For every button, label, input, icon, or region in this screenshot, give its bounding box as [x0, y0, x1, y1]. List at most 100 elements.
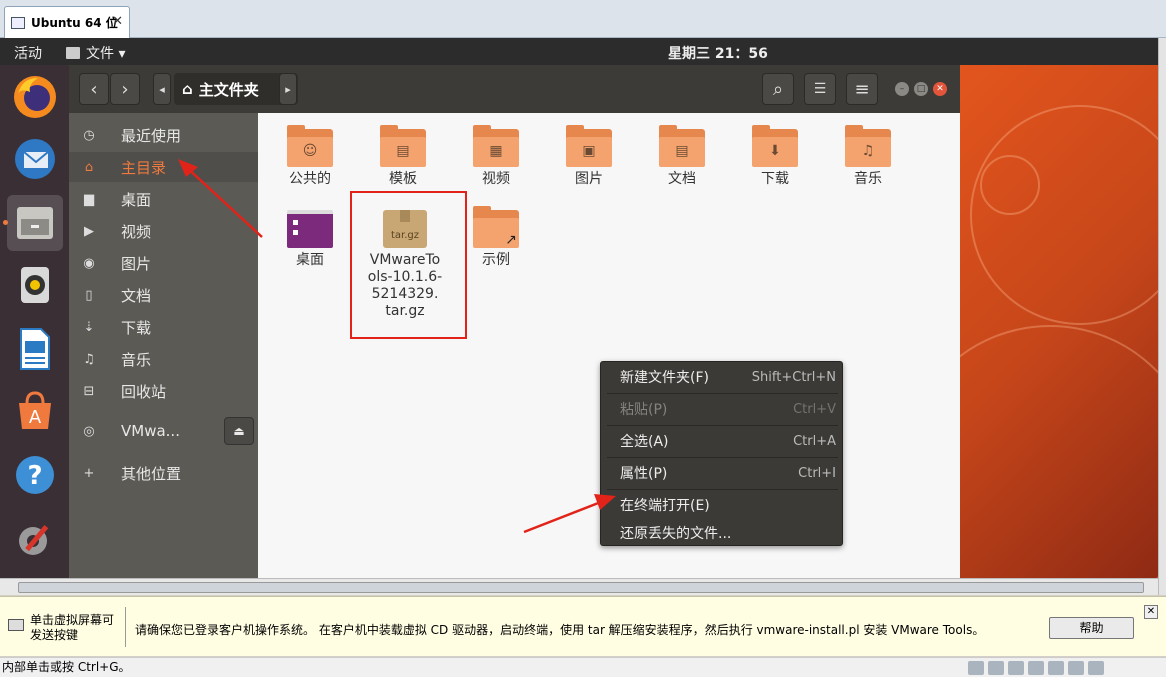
svg-text:A: A	[29, 407, 42, 428]
thunderbird-icon[interactable]	[7, 131, 63, 187]
menu-item-properties[interactable]: 属性(P) Ctrl+I	[601, 458, 844, 488]
usb-icon[interactable]	[1028, 661, 1044, 675]
file-item-desktop[interactable]: 桌面	[265, 210, 355, 269]
search-icon[interactable]: ⌕	[762, 73, 794, 105]
sidebar-item-music[interactable]: ♫ 音乐	[69, 344, 258, 374]
sidebar-item-pictures[interactable]: ◉ 图片	[69, 248, 258, 278]
folder-link-icon: ↗	[473, 206, 519, 248]
close-window-icon[interactable]: ✕	[933, 82, 947, 96]
help-icon[interactable]: ?	[7, 447, 63, 503]
menu-item-new-folder[interactable]: 新建文件夹(F) Shift+Ctrl+N	[601, 362, 844, 392]
sidebar-item-vmware-cd[interactable]: ◎ VMwa... ⏏	[69, 416, 258, 446]
horizontal-scrollbar[interactable]	[0, 578, 1158, 595]
vm-tab-bar: Ubuntu 64 位 ✕	[0, 0, 1166, 38]
folder-icon: ▤	[659, 125, 705, 167]
settings-icon[interactable]	[7, 511, 63, 567]
folder-icon: ▣	[566, 125, 612, 167]
path-right-button[interactable]: ▸	[279, 73, 297, 105]
sidebar-item-trash[interactable]: ⊟ 回收站	[69, 376, 258, 406]
display-icon[interactable]	[1088, 661, 1104, 675]
svg-text:?: ?	[27, 461, 42, 491]
hdd-icon[interactable]	[968, 661, 984, 675]
download-icon: ⇣	[83, 319, 95, 335]
document-icon: ▯	[85, 287, 93, 303]
camera-icon: ◉	[83, 255, 95, 271]
eject-icon[interactable]: ⏏	[224, 417, 254, 445]
status-bar: 内部单击或按 Ctrl+G。	[0, 657, 1166, 677]
video-icon: ▶	[84, 223, 94, 239]
menu-item-open-in-terminal[interactable]: 在终端打开(E)	[601, 490, 844, 520]
cd-icon[interactable]	[988, 661, 1004, 675]
file-item-music[interactable]: ♫ 音乐	[823, 125, 913, 188]
status-text: 内部单击或按 Ctrl+G。	[2, 660, 131, 674]
activities-button[interactable]: 活动	[14, 43, 42, 63]
header-bar: ‹ › ◂ ⌂ 主文件夹 ▸ ⌕ ☰ ≡ – □ ✕	[69, 65, 960, 113]
file-item-videos[interactable]: ▦ 视频	[451, 125, 541, 188]
app-menu-label: 文件 ▾	[86, 46, 126, 62]
plus-icon: +	[83, 465, 95, 481]
vmware-tools-hint-bar: 单击虚拟屏幕可发送按键 请确保您已登录客户机操作系统。 在客户机中装载虚拟 CD…	[0, 596, 1166, 656]
menu-item-paste: 粘贴(P) Ctrl+V	[620, 401, 836, 419]
sound-icon[interactable]	[1048, 661, 1064, 675]
gnome-top-bar: 活动 文件 ▾ 星期三 21：56	[0, 38, 1158, 65]
close-icon[interactable]: ✕	[1144, 605, 1158, 619]
file-item-public[interactable]: ☺ 公共的	[265, 125, 355, 188]
context-menu: 新建文件夹(F) Shift+Ctrl+N 粘贴(P) Ctrl+V 全选(A) Ct…	[600, 361, 843, 546]
help-button[interactable]: 帮助	[1049, 617, 1134, 639]
vertical-scrollbar[interactable]	[1158, 38, 1166, 595]
desktop-wallpaper	[960, 65, 1158, 578]
trash-icon: ⊟	[83, 383, 95, 399]
guest-screen[interactable]: 活动 文件 ▾ 星期三 21：56 A ? ‹ › ◂ ⌂ 主文件夹 ▸ ⌕ ☰…	[0, 38, 1158, 578]
annotation-arrow-terminal	[523, 494, 616, 534]
file-item-pictures[interactable]: ▣ 图片	[544, 125, 634, 188]
file-item-downloads[interactable]: ⬇ 下载	[730, 125, 820, 188]
rhythmbox-icon[interactable]	[7, 257, 63, 313]
folder-icon: ☺	[287, 125, 333, 167]
menu-item-restore-missing-files[interactable]: 还原丢失的文件...	[601, 519, 844, 547]
software-center-icon[interactable]: A	[7, 383, 63, 439]
writer-icon[interactable]	[7, 321, 63, 377]
firefox-icon[interactable]	[7, 69, 63, 125]
file-item-documents[interactable]: ▤ 文档	[637, 125, 727, 188]
dock: A ?	[0, 65, 69, 578]
files-app-icon	[66, 47, 80, 59]
vm-tab-ubuntu[interactable]: Ubuntu 64 位 ✕	[4, 6, 130, 38]
forward-button[interactable]: ›	[110, 73, 140, 105]
printer-icon[interactable]	[1068, 661, 1084, 675]
files-icon[interactable]	[7, 195, 63, 251]
folder-icon: ♫	[845, 125, 891, 167]
maximize-icon[interactable]: □	[914, 82, 928, 96]
minimize-icon[interactable]: –	[895, 82, 909, 96]
sidebar-item-documents[interactable]: ▯ 文档	[69, 280, 258, 310]
vm-icon	[11, 16, 25, 29]
divider	[125, 607, 126, 647]
keyboard-icon	[8, 619, 24, 631]
menu-icon[interactable]: ≡	[846, 73, 878, 105]
back-button[interactable]: ‹	[79, 73, 109, 105]
network-icon[interactable]	[1008, 661, 1024, 675]
view-toggle-icon[interactable]: ☰	[804, 73, 836, 105]
scroll-thumb[interactable]	[18, 582, 1144, 593]
app-menu[interactable]: 文件 ▾	[66, 43, 125, 63]
desktop-folder-icon	[287, 210, 333, 248]
annotation-box	[350, 191, 467, 339]
close-icon[interactable]: ✕	[112, 14, 123, 29]
device-tray	[968, 661, 1104, 675]
file-item-templates[interactable]: ▤ 模板	[358, 125, 448, 188]
home-icon: ⌂	[84, 159, 94, 175]
sidebar-item-other-locations[interactable]: + 其他位置	[69, 458, 258, 488]
path-left-button[interactable]: ◂	[153, 73, 171, 105]
home-icon: ⌂	[182, 80, 193, 98]
music-icon: ♫	[83, 351, 95, 367]
clock[interactable]: 星期三 21：56	[668, 43, 768, 63]
running-indicator	[3, 220, 8, 225]
breadcrumb-label: 主文件夹	[198, 80, 259, 99]
menu-item-select-all[interactable]: 全选(A) Ctrl+A	[601, 426, 844, 456]
annotation-arrow-home	[178, 159, 263, 238]
sidebar-item-recent[interactable]: ◷ 最近使用	[69, 120, 258, 150]
hint-message: 请确保您已登录客户机操作系统。 在客户机中装载虚拟 CD 驱动器，启动终端，使用…	[135, 623, 985, 637]
folder-icon: ▦	[473, 125, 519, 167]
vm-tab-title: Ubuntu 64 位	[31, 16, 118, 30]
hint-left-text: 单击虚拟屏幕可发送按键	[30, 613, 115, 642]
sidebar-item-downloads[interactable]: ⇣ 下载	[69, 312, 258, 342]
